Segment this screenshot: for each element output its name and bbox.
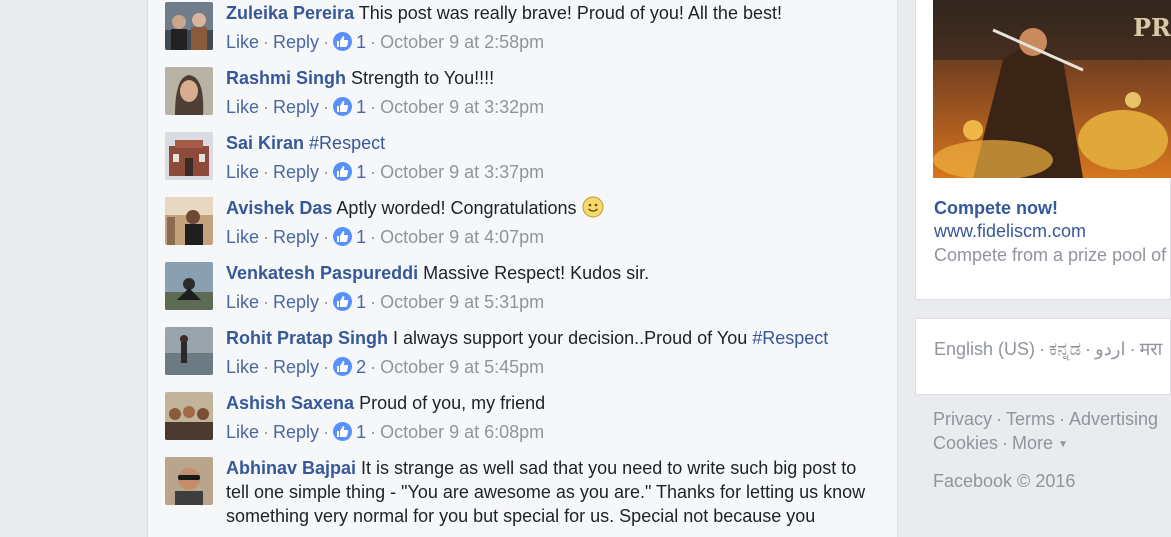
like-link[interactable]: Like (226, 162, 259, 182)
like-link[interactable]: Like (226, 227, 259, 247)
comment-author[interactable]: Avishek Das (226, 198, 332, 218)
like-count[interactable]: 1 (356, 32, 366, 52)
comment-body: Avishek Das Aptly worded! Congratulation… (226, 196, 866, 249)
like-link[interactable]: Like (226, 32, 259, 52)
reply-link[interactable]: Reply (273, 162, 319, 182)
ad-image-text: PRI (1133, 13, 1171, 42)
terms-link[interactable]: Terms (1006, 409, 1055, 429)
comment-actions: Like · Reply · 2 · October 9 at 5:45pm (226, 357, 545, 377)
reply-link[interactable]: Reply (273, 227, 319, 247)
comment-author[interactable]: Ashish Saxena (226, 393, 354, 413)
comment-actions: Like · Reply · 1 · October 9 at 3:37pm (226, 162, 545, 182)
avatar[interactable] (165, 197, 213, 245)
comment-body: Rohit Pratap Singh I always support your… (226, 326, 866, 379)
comment-author[interactable]: Rashmi Singh (226, 68, 346, 88)
comment-timestamp[interactable]: October 9 at 6:08pm (380, 422, 544, 442)
comment-author[interactable]: Abhinav Bajpai (226, 458, 356, 478)
thumbs-up-icon (333, 162, 353, 181)
comment-actions: Like · Reply · 1 · October 9 at 3:32pm (226, 97, 545, 117)
like-count[interactable]: 1 (356, 422, 366, 442)
comment-actions: Like · Reply · 1 · October 9 at 2:58pm (226, 32, 545, 52)
comment-actions: Like · Reply · 1 · October 9 at 4:07pm (226, 227, 545, 247)
like-count[interactable]: 1 (356, 97, 366, 117)
avatar[interactable] (165, 2, 213, 50)
language-selector: English (US) · ಕನ್ನಡ · اردو · मरा (915, 318, 1171, 395)
comment-actions: Like · Reply · 1 · October 9 at 6:08pm (226, 422, 545, 442)
reply-link[interactable]: Reply (273, 97, 319, 117)
like-link[interactable]: Like (226, 357, 259, 377)
comment-actions: Like · Reply · 1 · October 9 at 5:31pm (226, 292, 545, 312)
thumbs-up-icon (333, 357, 353, 376)
like-link[interactable]: Like (226, 422, 259, 442)
comment-timestamp[interactable]: October 9 at 5:31pm (380, 292, 544, 312)
avatar[interactable] (165, 392, 213, 440)
like-link[interactable]: Like (226, 292, 259, 312)
language-english[interactable]: English (US) (934, 339, 1035, 359)
reply-link[interactable]: Reply (273, 422, 319, 442)
avatar[interactable] (165, 67, 213, 115)
avatar[interactable] (165, 457, 213, 505)
more-label: More (1012, 433, 1054, 453)
ad-title[interactable]: Compete now! (934, 198, 1058, 219)
language-marathi[interactable]: मरा (1139, 339, 1162, 359)
avatar[interactable] (165, 262, 213, 310)
comment-author[interactable]: Sai Kiran (226, 133, 304, 153)
comment-text: This post was really brave! Proud of you… (358, 3, 782, 23)
like-count[interactable]: 1 (356, 162, 366, 182)
comment-text: Proud of you, my friend (359, 393, 546, 413)
comment-text: Massive Respect! Kudos sir. (423, 263, 650, 283)
comment-text: Strength to You!!!! (351, 68, 495, 88)
comment-hashtag[interactable]: #Respect (752, 328, 828, 348)
comment-timestamp[interactable]: October 9 at 5:45pm (380, 357, 544, 377)
comment-hashtag[interactable]: #Respect (309, 133, 385, 153)
reply-link[interactable]: Reply (273, 32, 319, 52)
thumbs-up-icon (333, 97, 353, 116)
comments-panel: Zuleika Pereira This post was really bra… (147, 0, 898, 537)
like-count[interactable]: 2 (356, 357, 366, 377)
comment-body: Sai Kiran #Respect Like · Reply · 1 · October … (226, 131, 866, 184)
comment-body: Zuleika Pereira This post was really bra… (226, 1, 866, 54)
reply-link[interactable]: Reply (273, 292, 319, 312)
like-count[interactable]: 1 (356, 227, 366, 247)
thumbs-up-icon (333, 292, 353, 311)
comment-text: I always support your decision..Proud of… (393, 328, 748, 348)
avatar[interactable] (165, 327, 213, 375)
comment-author[interactable]: Zuleika Pereira (226, 3, 354, 23)
comment-body: Rashmi Singh Strength to You!!!! Like · Re… (226, 66, 866, 119)
smiley-emoji-icon (582, 196, 604, 218)
more-dropdown[interactable]: More ▼ (1012, 433, 1068, 453)
comment-timestamp[interactable]: October 9 at 3:32pm (380, 97, 544, 117)
footer-links: Privacy · Terms · Advertising Cookies · More ▼… (933, 409, 1159, 491)
like-link[interactable]: Like (226, 97, 259, 117)
sponsored-ad: PRI Compete now! www.fideliscm.com Compe… (915, 0, 1171, 300)
thumbs-up-icon (333, 422, 353, 441)
ad-url[interactable]: www.fideliscm.com (934, 221, 1086, 242)
comment-text: Aptly worded! Congratulations (336, 198, 577, 218)
comment-body: Abhinav Bajpai It is strange as well sad… (226, 456, 866, 528)
thumbs-up-icon (333, 227, 353, 246)
reply-link[interactable]: Reply (273, 357, 319, 377)
advertising-link[interactable]: Advertising (1069, 409, 1158, 429)
avatar[interactable] (165, 132, 213, 180)
comment-body: Ashish Saxena Proud of you, my friend Li… (226, 391, 866, 444)
ad-image[interactable]: PRI (933, 0, 1171, 178)
comment-body: Venkatesh Paspureddi Massive Respect! Ku… (226, 261, 866, 314)
comment-author[interactable]: Venkatesh Paspureddi (226, 263, 418, 283)
comment-timestamp[interactable]: October 9 at 3:37pm (380, 162, 544, 182)
caret-down-icon: ▼ (1058, 439, 1068, 450)
copyright-text: Facebook © 2016 (933, 471, 1076, 491)
comment-author[interactable]: Rohit Pratap Singh (226, 328, 388, 348)
language-kannada[interactable]: ಕನ್ನಡ (1049, 339, 1081, 359)
comment-timestamp[interactable]: October 9 at 4:07pm (380, 227, 544, 247)
thumbs-up-icon (333, 32, 353, 51)
privacy-link[interactable]: Privacy (933, 409, 992, 429)
like-count[interactable]: 1 (356, 292, 366, 312)
language-urdu[interactable]: اردو (1095, 339, 1125, 359)
ad-description: Compete from a prize pool of (934, 245, 1167, 265)
cookies-link[interactable]: Cookies (933, 433, 998, 453)
comment-timestamp[interactable]: October 9 at 2:58pm (380, 32, 544, 52)
